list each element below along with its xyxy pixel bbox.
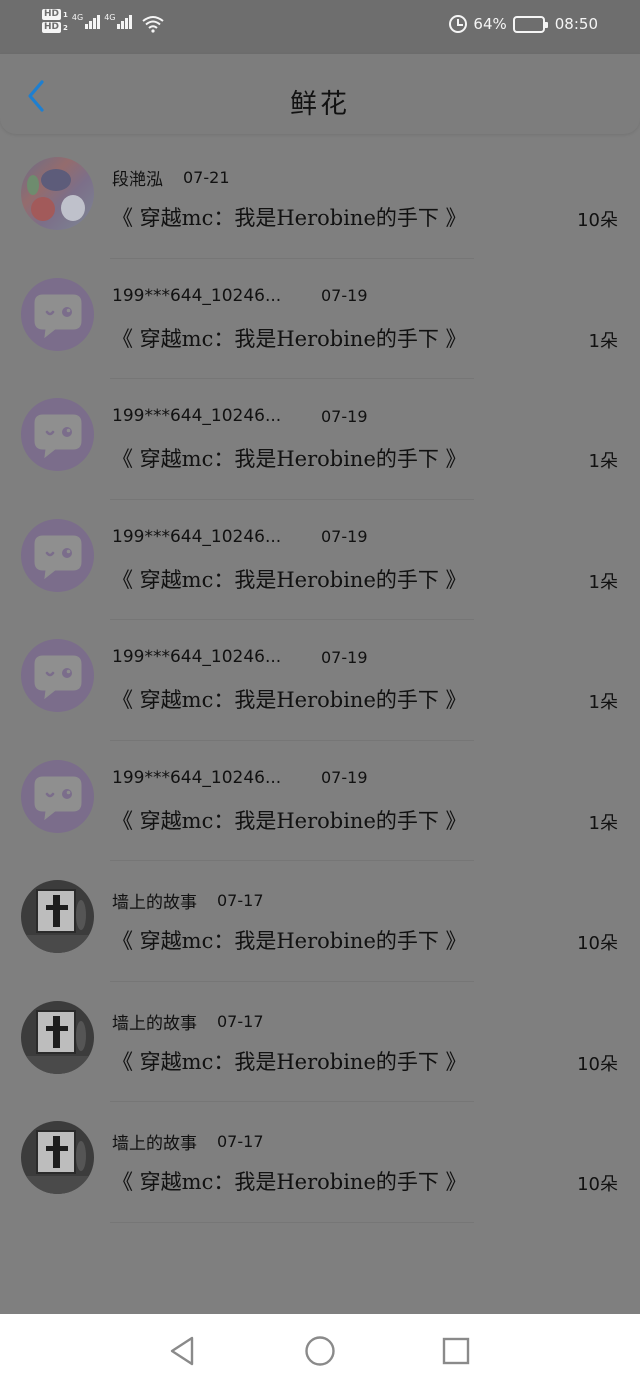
divider — [110, 1221, 474, 1223]
gift-date: 07-19 — [321, 286, 368, 305]
user-name: 199***644_10246... — [112, 285, 282, 306]
list-item[interactable]: 段滟泓 07-21 《 穿越mc：我是Herobine的手下 》 10朵 — [0, 138, 640, 259]
book-title: 《 穿越mc：我是Herobine的手下 》 — [112, 567, 467, 592]
flower-count: 10朵 — [577, 1174, 618, 1195]
gift-date: 07-19 — [321, 768, 368, 787]
signal2-icon: 4G — [104, 13, 133, 29]
list-item[interactable]: 199***644_10246... 07-19 《 穿越mc：我是Herobi… — [0, 620, 640, 741]
list-item[interactable]: 199***644_10246... 07-19 《 穿越mc：我是Herobi… — [0, 259, 640, 379]
chat-bubble-icon — [34, 776, 82, 820]
default-avatar[interactable] — [21, 277, 94, 351]
user-avatar[interactable] — [21, 1121, 94, 1194]
user-name: 墙上的故事 — [112, 1013, 197, 1034]
chat-bubble-icon — [34, 655, 82, 700]
user-name: 199***644_10246... — [112, 767, 282, 788]
status-bar: HD 1 HD 2 4G 4G 64% 08:50 — [0, 0, 640, 54]
list-item[interactable]: 墙上的故事 07-17 《 穿越mc：我是Herobine的手下 》 10朵 — [0, 1102, 640, 1223]
hd2-sub: 2 — [63, 23, 68, 32]
item-meta: 199***644_10246... 07-19 — [112, 647, 368, 667]
circle-home-icon — [305, 1336, 335, 1366]
chat-bubble-icon — [34, 414, 82, 459]
flower-count: 1朵 — [588, 330, 618, 352]
gift-date: 07-21 — [183, 168, 230, 187]
alarm-icon — [449, 15, 468, 33]
list-item[interactable]: 199***644_10246... 07-19 《 穿越mc：我是Herobi… — [0, 379, 640, 500]
hd2-indicator: HD 2 — [42, 22, 68, 33]
gift-date: 07-19 — [321, 647, 368, 667]
gift-date: 07-19 — [321, 527, 368, 546]
book-title: 《 穿越mc：我是Herobine的手下 》 — [112, 688, 467, 712]
flower-count: 1朵 — [588, 812, 618, 834]
chat-bubble-icon — [34, 294, 82, 338]
book-title: 《 穿越mc：我是Herobine的手下 》 — [112, 206, 467, 230]
user-avatar[interactable] — [21, 880, 94, 953]
item-meta: 墙上的故事 07-17 — [112, 1009, 264, 1034]
item-meta: 199***644_10246... 07-19 — [112, 406, 368, 426]
chat-bubble-icon — [34, 535, 82, 579]
item-meta: 墙上的故事 07-17 — [112, 1129, 264, 1154]
item-meta: 段滟泓 07-21 — [112, 165, 230, 190]
hd2-label: HD — [42, 22, 62, 33]
item-meta: 199***644_10246... 07-19 — [112, 286, 368, 306]
flower-count: 10朵 — [577, 210, 618, 231]
nav-recents-button[interactable] — [440, 1335, 472, 1367]
nav-home-button[interactable] — [304, 1335, 336, 1367]
status-right: 64% 08:50 — [449, 15, 598, 33]
signal2-label: 4G — [104, 13, 116, 22]
list-item[interactable]: 墙上的故事 07-17 《 穿越mc：我是Herobine的手下 》 10朵 — [0, 861, 640, 982]
user-avatar[interactable] — [21, 1000, 94, 1074]
user-name: 199***644_10246... — [112, 406, 282, 426]
system-nav-bar — [0, 1314, 640, 1387]
wifi-icon — [142, 16, 165, 33]
default-avatar[interactable] — [21, 398, 94, 471]
book-title: 《 穿越mc：我是Herobine的手下 》 — [112, 1170, 467, 1194]
flower-count: 10朵 — [577, 933, 618, 954]
user-avatar[interactable] — [21, 157, 94, 230]
user-name: 段滟泓 — [112, 170, 163, 190]
flower-list: 段滟泓 07-21 《 穿越mc：我是Herobine的手下 》 10朵 199… — [0, 138, 640, 1223]
signal1-label: 4G — [71, 13, 84, 22]
item-meta: 墙上的故事 07-17 — [112, 888, 264, 913]
square-recents-icon — [442, 1337, 470, 1365]
book-title: 《 穿越mc：我是Herobine的手下 》 — [112, 447, 467, 471]
clock: 08:50 — [554, 15, 598, 33]
book-title: 《 穿越mc：我是Herobine的手下 》 — [112, 1049, 467, 1074]
battery-percent: 64% — [473, 15, 507, 33]
triangle-back-icon — [170, 1336, 194, 1366]
default-avatar[interactable] — [21, 518, 94, 592]
default-avatar[interactable] — [21, 759, 94, 833]
book-title: 《 穿越mc：我是Herobine的手下 》 — [112, 808, 467, 833]
default-avatar[interactable] — [21, 639, 94, 712]
nav-back-button[interactable] — [166, 1335, 198, 1367]
user-name: 墙上的故事 — [112, 893, 197, 913]
flower-count: 1朵 — [588, 451, 618, 472]
gift-date: 07-17 — [217, 891, 264, 910]
book-title: 《 穿越mc：我是Herobine的手下 》 — [112, 326, 467, 351]
user-name: 墙上的故事 — [112, 1134, 197, 1154]
list-item[interactable]: 199***644_10246... 07-19 《 穿越mc：我是Herobi… — [0, 500, 640, 620]
app-header: 鲜花 — [0, 54, 640, 134]
list-item[interactable]: 墙上的故事 07-17 《 穿越mc：我是Herobine的手下 》 10朵 — [0, 982, 640, 1102]
flower-count: 1朵 — [588, 692, 618, 713]
flower-count: 10朵 — [577, 1053, 618, 1075]
status-left: HD 1 HD 2 4G 4G — [42, 9, 165, 33]
page-title: 鲜花 — [290, 89, 350, 120]
user-name: 199***644_10246... — [112, 647, 282, 667]
hd1-indicator: HD 1 — [42, 9, 68, 20]
gift-date: 07-17 — [217, 1132, 264, 1151]
user-name: 199***644_10246... — [112, 526, 282, 547]
hd1-label: HD — [42, 9, 62, 20]
flower-count: 1朵 — [588, 571, 618, 593]
battery-icon — [512, 15, 548, 33]
book-title: 《 穿越mc：我是Herobine的手下 》 — [112, 929, 467, 953]
hd1-sub: 1 — [63, 10, 68, 19]
signal1-icon: 4G — [71, 13, 101, 29]
gift-date: 07-17 — [217, 1011, 264, 1031]
item-meta: 199***644_10246... 07-19 — [112, 768, 368, 788]
gift-date: 07-19 — [321, 406, 368, 426]
list-item[interactable]: 199***644_10246... 07-19 《 穿越mc：我是Herobi… — [0, 741, 640, 861]
item-meta: 199***644_10246... 07-19 — [112, 527, 368, 547]
hd-indicators: HD 1 HD 2 — [42, 9, 68, 33]
